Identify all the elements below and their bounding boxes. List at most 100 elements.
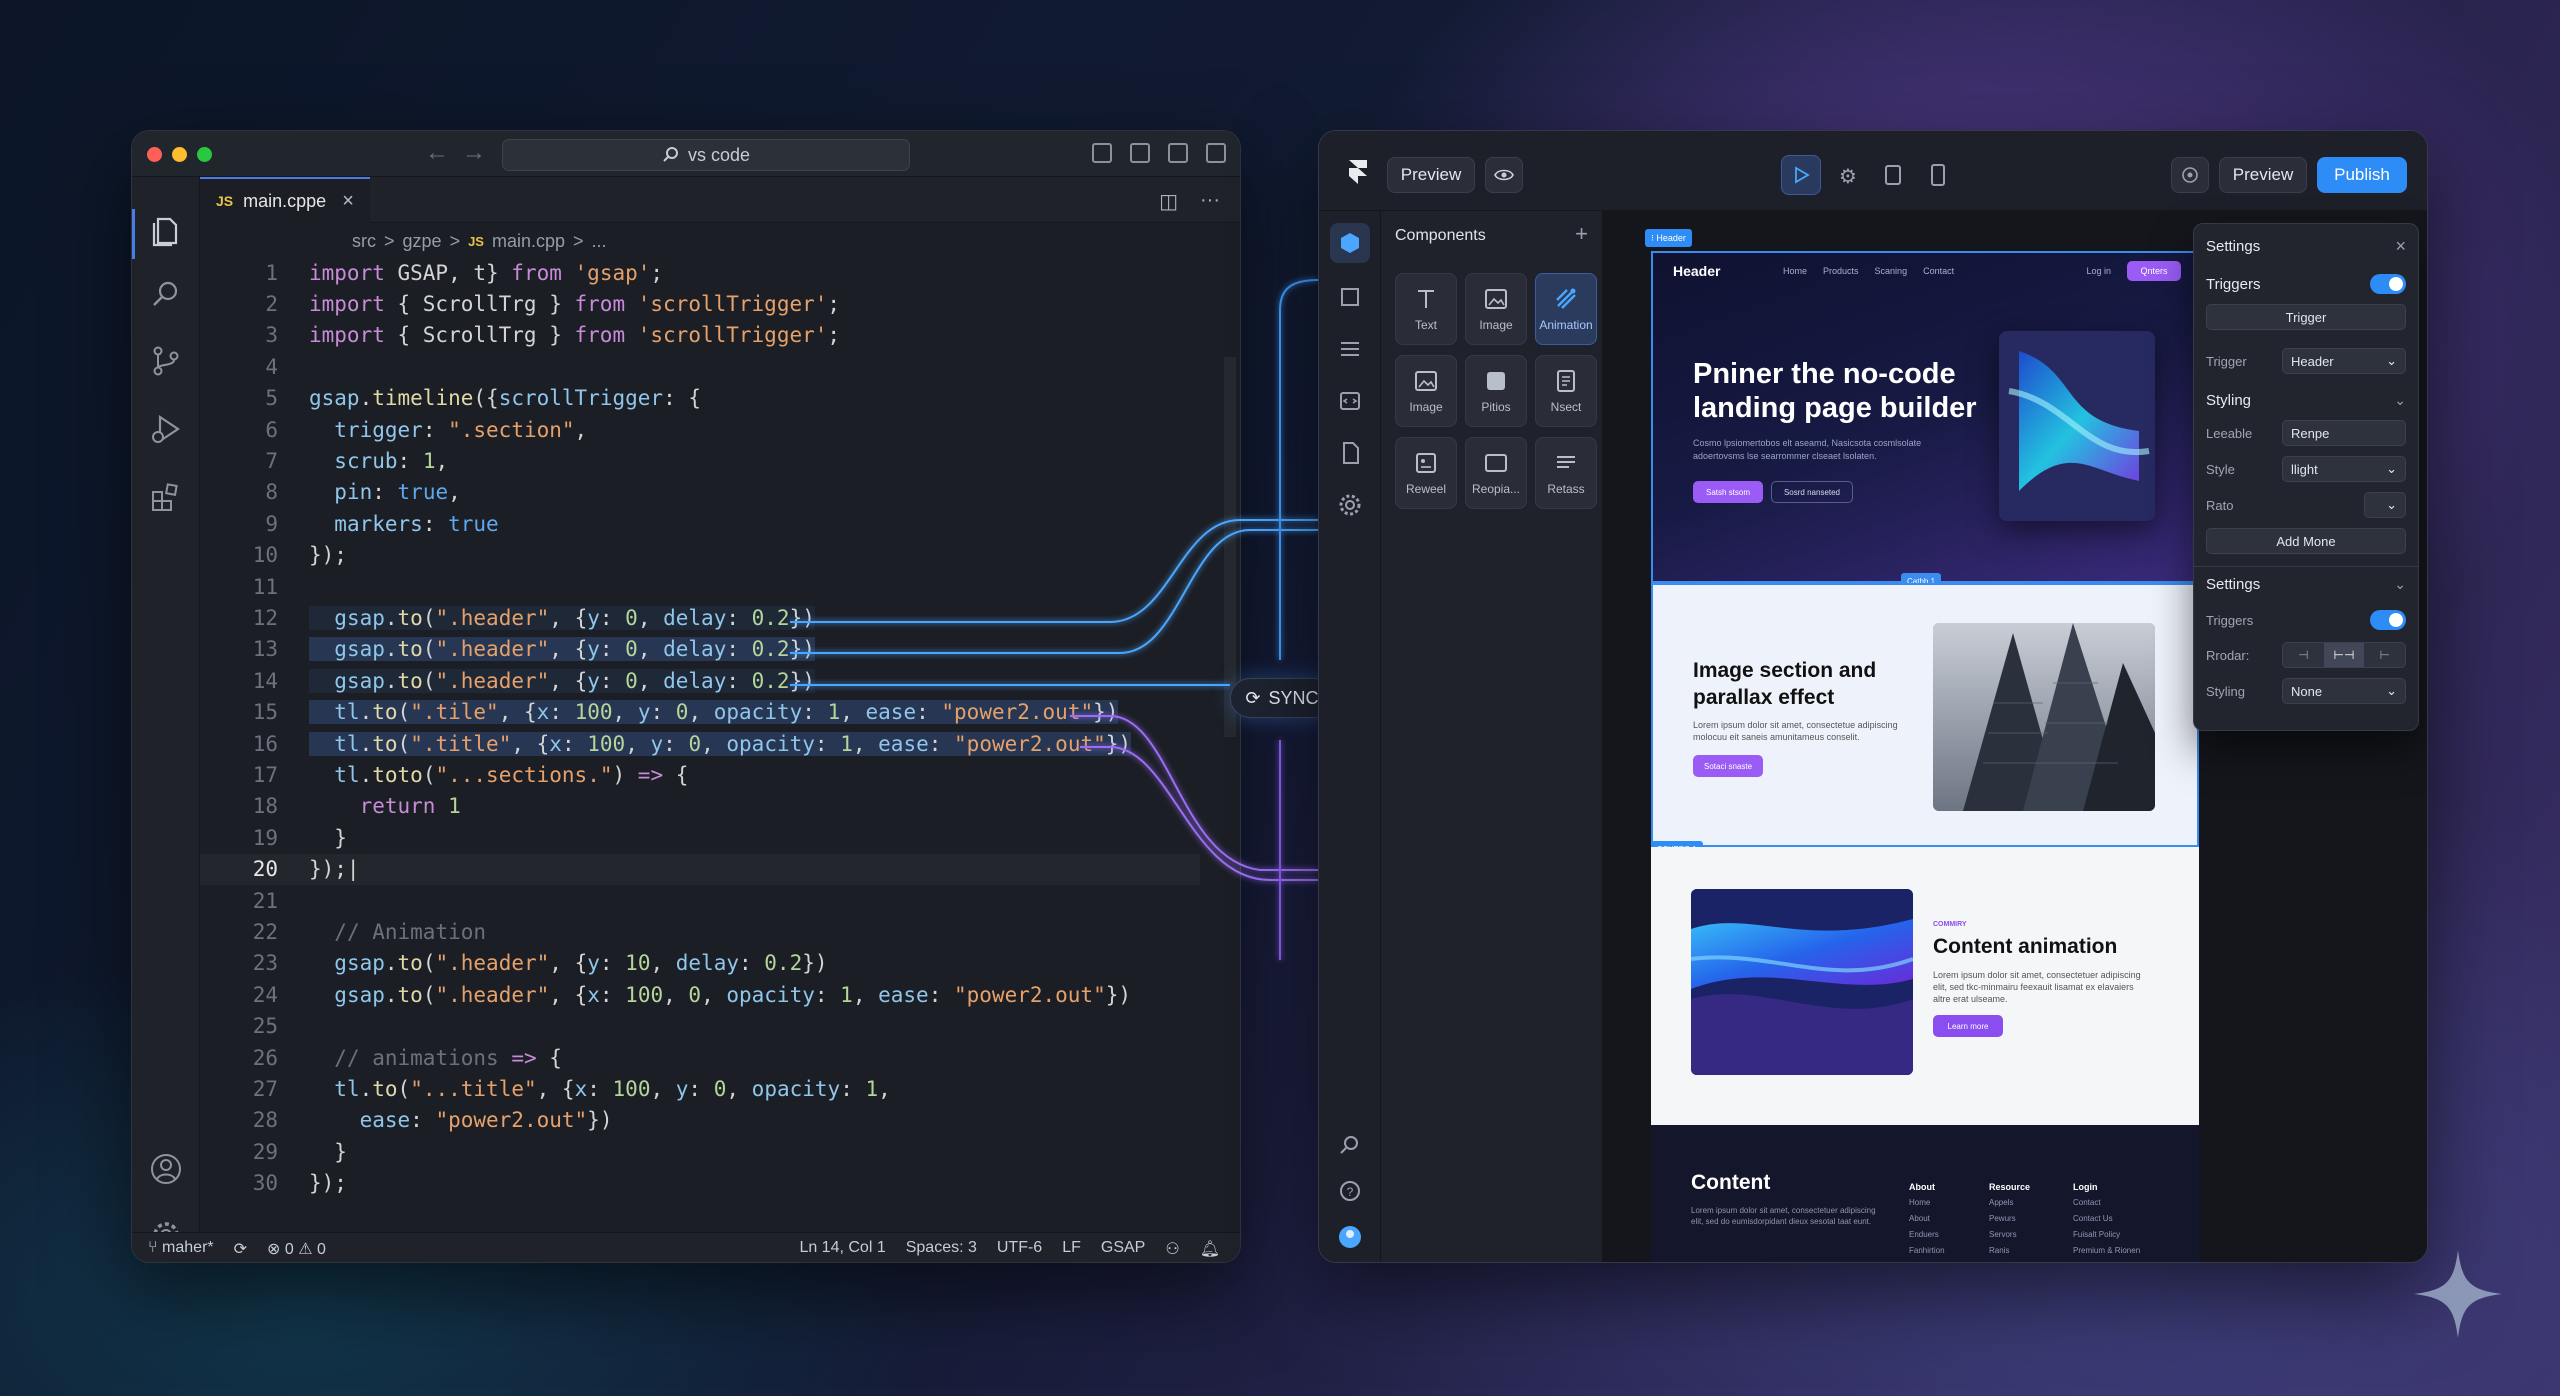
code-text[interactable]: tl.to(".title", {x: 100, y: 0, opacity: … [309,731,1132,756]
code-line[interactable]: 5 gsap.timeline({scrollTrigger: { [200,383,1200,414]
selection-tag-header[interactable]: ⁝ Header [1645,229,1692,247]
cube-icon[interactable] [1336,229,1364,257]
component-image[interactable]: Image [1395,355,1457,427]
code-text[interactable]: gsap.to(".header", {y: 0, delay: 0.2}) [309,668,815,693]
code-line[interactable]: 7 scrub: 1, [200,445,1200,476]
publish-button[interactable]: Publish [2317,157,2407,193]
footer-link[interactable]: Premium & Rionen [2073,1243,2140,1259]
code-line[interactable]: 29 } [200,1136,1200,1167]
source-control-icon[interactable] [148,343,184,379]
code-line[interactable]: 15 tl.to(".tile", {x: 100, y: 0, opacity… [200,697,1200,728]
triggers-toggle[interactable] [2370,274,2406,294]
code-line[interactable]: 21 [200,885,1200,916]
code-line[interactable]: 27 tl.to("...title", {x: 100, y: 0, opac… [200,1073,1200,1104]
code-line[interactable]: 6 trigger: ".section", [200,414,1200,445]
code-editor[interactable]: 1 import GSAP, t} from 'gsap'; 2 import { S… [200,257,1240,1207]
page-icon[interactable] [1336,439,1364,467]
styling-select[interactable]: None ⌄ [2282,678,2406,704]
code-line[interactable]: 11 [200,571,1200,602]
code-line[interactable]: 28 ease: "power2.out"}) [200,1105,1200,1136]
code-text[interactable]: trigger: ".section", [309,418,587,442]
code-text[interactable]: gsap.to(".header", {y: 10, delay: 0.2}) [309,951,827,975]
code-text[interactable]: import { ScrollTrg } from 'scrollTrigger… [309,292,840,316]
component-animation[interactable]: Animation [1535,273,1597,345]
code-line[interactable]: 14 gsap.to(".header", {y: 0, delay: 0.2}… [200,665,1200,696]
customize-layout-icon[interactable] [1206,143,1226,163]
footer-link[interactable]: Enduers [1909,1227,1945,1243]
account-icon[interactable] [148,1151,184,1187]
avatar[interactable] [1336,1223,1364,1251]
more-actions-icon[interactable]: ··· [1200,189,1220,214]
code-line[interactable]: 16 tl.to(".title", {x: 100, y: 0, opacit… [200,728,1200,759]
indentation[interactable]: Spaces: 3 [906,1239,977,1259]
alignment-segmented-control[interactable]: ⊣ ⊢⊣ ⊢ [2282,642,2406,668]
breadcrumb-src[interactable]: src [352,231,376,252]
breadcrumb-symbol[interactable]: ... [592,231,607,252]
editor-scrollbar[interactable] [1224,357,1236,737]
tablet-view-icon[interactable] [1885,165,1901,185]
line-endings[interactable]: LF [1062,1239,1081,1259]
hero-primary-button[interactable]: Satsh stsom [1693,481,1763,503]
code-line[interactable]: 25 [200,1011,1200,1042]
search-icon[interactable] [148,277,184,313]
code-line[interactable]: 8 pin: true, [200,477,1200,508]
trigger-select[interactable]: Header ⌄ [2282,348,2406,374]
minimize-window-button[interactable] [172,147,187,162]
code-line[interactable]: 13 gsap.to(".header", {y: 0, delay: 0.2}… [200,634,1200,665]
problems-count[interactable]: ⊗ 0 ⚠ 0 [267,1239,326,1259]
align-center-icon[interactable]: ⊢⊣ [2323,643,2365,667]
component-nsect[interactable]: Nsect [1535,355,1597,427]
code-line[interactable]: 2 import { ScrollTrg } from 'scrollTrigge… [200,288,1200,319]
breadcrumb-file[interactable]: main.cpp [492,231,565,252]
code-line[interactable]: 30}); [200,1168,1200,1199]
code-line[interactable]: 20});| [200,853,1200,885]
code-line[interactable]: 26 // animations => { [200,1042,1200,1073]
code-text[interactable]: tl.to(".tile", {x: 100, y: 0, opacity: 1… [309,700,1119,725]
search-icon[interactable] [1336,1131,1364,1159]
explorer-icon[interactable] [148,213,184,249]
code-text[interactable]: } [309,826,347,850]
extensions-icon[interactable] [148,479,184,515]
layers-icon[interactable] [1336,335,1364,363]
component-retass[interactable]: Retass [1535,437,1597,509]
footer-link[interactable]: Home [1909,1195,1945,1211]
code-text[interactable]: gsap.to(".header", {x: 100, 0, opacity: … [309,983,1131,1007]
content-animation-section[interactable]: COMMIRY Content animation Lorem ipsum do… [1651,847,2199,1125]
gear-icon[interactable] [1336,491,1364,519]
footer-section[interactable]: Content Lorem ipsum dolor sit amet, cons… [1651,1125,2199,1262]
component-image[interactable]: Image [1465,273,1527,345]
code-line[interactable]: 1 import GSAP, t} from 'gsap'; [200,257,1200,288]
code-text[interactable]: } [309,1140,347,1164]
leeable-input[interactable]: Renpe [2282,420,2406,446]
nav-cta-button[interactable]: Qnters [2127,261,2181,281]
code-line[interactable]: 10}); [200,540,1200,571]
split-editor-icon[interactable]: ◫ [1159,189,1178,214]
forward-arrow-icon[interactable]: → [462,141,486,165]
code-text[interactable]: ease: "power2.out"}) [309,1108,613,1132]
code-line[interactable]: 9 markers: true [200,508,1200,539]
nav-link[interactable]: Contact [1923,266,1954,276]
sync-icon[interactable]: ⟳ [234,1239,247,1259]
framer-logo-icon[interactable] [1347,159,1369,185]
language-mode[interactable]: GSAP [1101,1239,1145,1259]
login-link[interactable]: Log in [2086,266,2111,276]
code-text[interactable]: }); [309,1171,347,1195]
code-text[interactable]: // Animation [309,920,486,944]
help-icon[interactable]: ? [1336,1177,1364,1205]
close-icon[interactable]: × [342,190,354,213]
code-line[interactable]: 4 [200,351,1200,382]
code-line[interactable]: 17 tl.toto("...sections.") => { [200,759,1200,790]
hero-section[interactable]: Header Home Products Scaning Contact Log… [1651,251,2199,583]
code-text[interactable]: return 1 [309,794,461,818]
cursor-position[interactable]: Ln 14, Col 1 [799,1239,885,1259]
add-component-icon[interactable]: + [1575,221,1588,247]
code-line[interactable]: 3 import { ScrollTrg } from 'scrollTrigge… [200,320,1200,351]
trigger-button[interactable]: Trigger [2206,304,2406,330]
code-text[interactable]: tl.toto("...sections.") => { [309,763,688,787]
nav-link[interactable]: Scaning [1875,266,1908,276]
code-icon[interactable] [1336,387,1364,415]
chevron-down-icon[interactable]: ⌄ [2394,576,2406,593]
align-right-icon[interactable]: ⊢ [2364,643,2405,667]
preview-button[interactable]: Preview [1387,157,1475,193]
code-text[interactable]: gsap.to(".header", {y: 0, delay: 0.2}) [309,605,815,630]
